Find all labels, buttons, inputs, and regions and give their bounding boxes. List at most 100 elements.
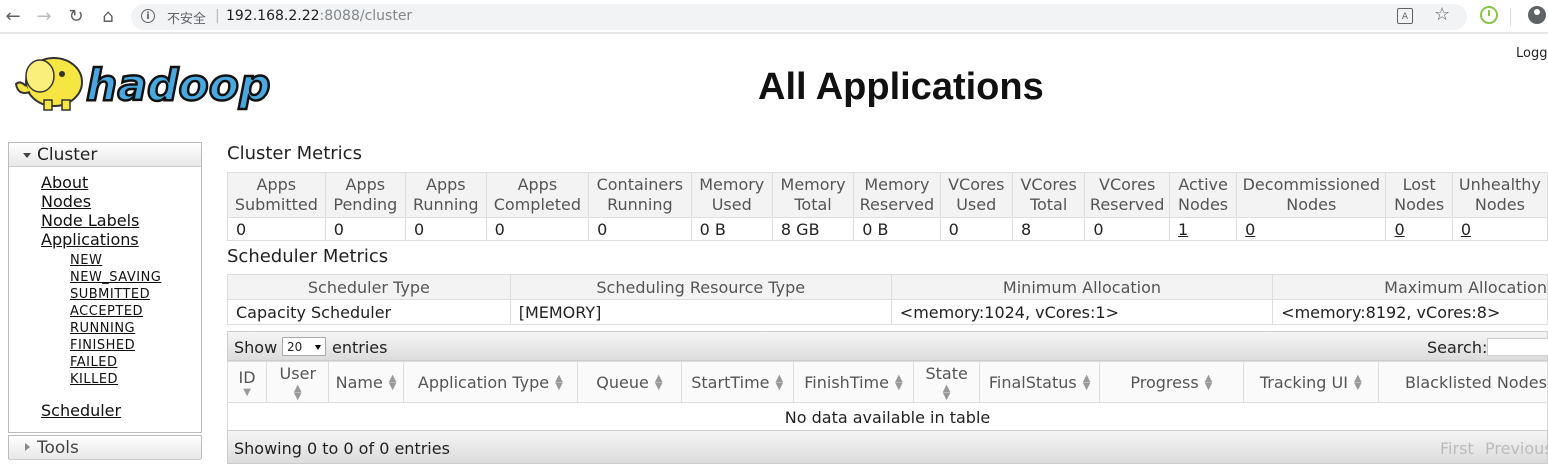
url-path: :8088/cluster — [319, 8, 413, 24]
metric-value-link[interactable]: 0 — [1245, 220, 1255, 239]
max-allocation-header: Maximum Allocation — [1272, 274, 1548, 300]
nav-scheduler-link[interactable]: Scheduler — [41, 401, 121, 420]
home-icon[interactable]: ⌂ — [97, 6, 119, 28]
metric-header: Decommissioned Nodes — [1236, 172, 1387, 218]
scheduler-metrics-table: Scheduler Type Scheduling Resource Type … — [227, 274, 1548, 325]
metric-header-line1: Apps — [517, 175, 558, 194]
metric-value-link[interactable]: 0 — [1461, 220, 1471, 239]
tools-panel-label: Tools — [37, 438, 79, 458]
sort-icon: ▲ ▼ — [775, 373, 784, 392]
toolbar-divider — [1510, 8, 1511, 26]
state-killed-link[interactable]: KILLED — [70, 372, 118, 387]
state-new-saving-link[interactable]: NEW_SAVING — [70, 270, 161, 285]
tools-panel-header[interactable]: Tools — [9, 436, 201, 460]
column-header[interactable]: User ▲ ▼ — [266, 361, 330, 403]
column-header[interactable]: FinishTime ▲ ▼ — [792, 361, 915, 403]
column-header-label: Tracking UI — [1259, 372, 1348, 392]
metric-value-cell: 8 — [1011, 217, 1086, 241]
metric-value-link[interactable]: 0 — [1394, 220, 1404, 239]
state-submitted-link[interactable]: SUBMITTED — [70, 287, 150, 302]
metric-header: Active Nodes — [1169, 172, 1238, 218]
column-header[interactable]: Tracking UI ▲ ▼ — [1242, 361, 1379, 403]
metric-value-cell: 0 — [1236, 217, 1387, 241]
metric-header-line2: Completed — [493, 195, 582, 214]
column-header[interactable]: Queue ▲ ▼ — [577, 361, 682, 403]
hadoop-logo[interactable]: hadoop — [10, 44, 310, 114]
metric-header-line1: Apps — [426, 175, 466, 194]
metric-header: VCores Reserved — [1084, 172, 1171, 218]
column-header[interactable]: FinalStatus ▲ ▼ — [979, 361, 1101, 403]
metric-value-cell: 0 — [1084, 217, 1171, 241]
metric-header-line1: Memory — [699, 175, 765, 194]
sort-icon: ▲ ▼ — [1353, 373, 1362, 392]
metric-header-line2: Total — [794, 195, 832, 214]
resource-type-value: [MEMORY] — [509, 299, 892, 325]
column-header[interactable]: Blacklisted Nodes — [1377, 361, 1548, 403]
logged-in-text: Logg — [1516, 46, 1548, 61]
metric-header: Apps Completed — [485, 172, 590, 218]
nav-node-labels-link[interactable]: Node Labels — [41, 211, 139, 230]
address-bar[interactable]: i 不安全 | 192.168.2.22:8088/cluster A ☆ — [131, 4, 1467, 30]
table-info: Showing 0 to 0 of 0 entries — [234, 439, 450, 458]
column-header[interactable]: Progress ▲ ▼ — [1099, 361, 1244, 403]
metric-header-line2: Nodes — [1286, 195, 1337, 214]
entries-label: entries — [332, 338, 388, 357]
metric-header-line1: Lost — [1402, 175, 1436, 194]
state-new-link[interactable]: NEW — [70, 253, 102, 268]
resource-type-header: Scheduling Resource Type — [509, 274, 892, 300]
cluster-metrics-title: Cluster Metrics — [227, 143, 362, 164]
forward-icon[interactable]: → — [33, 6, 55, 28]
search-input[interactable] — [1487, 338, 1548, 356]
state-accepted-link[interactable]: ACCEPTED — [70, 304, 143, 319]
column-header[interactable]: StartTime ▲ ▼ — [680, 361, 794, 403]
dropdown-arrow-icon — [315, 345, 321, 350]
state-failed-link[interactable]: FAILED — [70, 355, 117, 370]
metric-header: Apps Pending — [324, 172, 407, 218]
back-icon[interactable]: ← — [2, 6, 24, 28]
page-size-select[interactable]: 20 — [282, 337, 326, 356]
column-header[interactable]: Application Type ▲ ▼ — [402, 361, 579, 403]
info-icon[interactable]: i — [141, 9, 155, 23]
tools-panel: Tools — [8, 435, 202, 460]
page-size-value: 20 — [287, 340, 303, 354]
translate-icon[interactable]: A — [1397, 8, 1413, 24]
previous-page-button[interactable]: Previous — [1485, 439, 1548, 458]
table-controls-top: Show 20 entries Search: — [227, 331, 1548, 361]
nav-applications-link[interactable]: Applications — [41, 230, 139, 249]
cluster-metrics-table: Apps Submitted Apps Pending Apps Running Apps C… — [227, 172, 1548, 241]
profile-icon[interactable] — [1528, 6, 1546, 24]
metric-value-cell: 0 — [405, 217, 487, 241]
nav-nodes-link[interactable]: Nodes — [41, 192, 91, 211]
nav-about-link[interactable]: About — [41, 173, 88, 192]
applications-table: ID ▼ User ▲ ▼ Name ▲ ▼ Application Type ▲ ▼ Queue ▲ ▼… — [226, 361, 1548, 432]
show-label: Show — [234, 338, 278, 357]
expand-arrow-icon — [23, 153, 31, 158]
cluster-panel-header[interactable]: Cluster — [9, 143, 201, 167]
metric-value: 8 — [1020, 219, 1032, 239]
extension-icon[interactable] — [1480, 6, 1498, 24]
first-page-button[interactable]: First — [1440, 439, 1474, 458]
bookmark-star-icon[interactable]: ☆ — [1434, 4, 1450, 25]
metric-value: 0 — [414, 219, 425, 239]
sort-icon: ▲ ▼ — [654, 373, 663, 392]
metric-header-line1: Containers — [596, 175, 684, 194]
metric-value-cell: 0 — [588, 217, 692, 241]
table-controls-bottom: Showing 0 to 0 of 0 entries First Previo… — [227, 430, 1548, 464]
column-header[interactable]: State ▲ ▼ — [913, 361, 981, 403]
column-header-label: Progress — [1130, 372, 1199, 392]
metric-header: Apps Running — [405, 172, 487, 218]
column-header[interactable]: ID ▼ — [226, 361, 268, 403]
metric-value-link[interactable]: 1 — [1178, 220, 1188, 239]
url-text[interactable]: 192.168.2.22:8088/cluster — [226, 8, 412, 24]
reload-icon[interactable]: ↻ — [65, 6, 87, 28]
metric-header: Unhealthy Nodes — [1451, 172, 1548, 218]
metric-header-line2: Used — [956, 195, 997, 214]
state-running-link[interactable]: RUNNING — [70, 321, 135, 336]
metric-value-cell: 0 — [1451, 217, 1548, 241]
metric-header-line2: Pending — [333, 195, 398, 214]
state-finished-link[interactable]: FINISHED — [70, 338, 135, 353]
column-header[interactable]: Name ▲ ▼ — [328, 361, 404, 403]
metric-header-line2: Nodes — [1474, 195, 1525, 214]
metric-value: 0 — [1093, 219, 1104, 239]
metric-value-cell: 0 B — [690, 217, 773, 241]
